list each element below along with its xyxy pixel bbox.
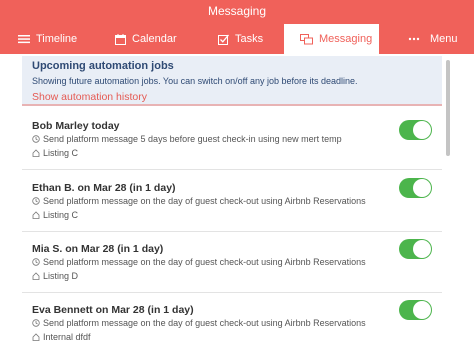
tab-messaging[interactable]: Messaging [284, 24, 379, 54]
list-item: Bob Marley today Send platform message 5… [22, 114, 442, 170]
tab-label: Calendar [132, 33, 177, 45]
home-icon [32, 333, 40, 341]
tab-label: Messaging [319, 33, 373, 45]
tab-tasks[interactable]: Tasks [218, 24, 263, 54]
job-message-row: Send platform message on the day of gues… [32, 257, 366, 267]
job-toggle[interactable] [399, 300, 432, 320]
job-toggle[interactable] [399, 239, 432, 259]
automation-banner: Upcoming automation jobs Showing future … [22, 56, 442, 106]
job-message: Send platform message 5 days before gues… [43, 134, 342, 144]
list-icon [18, 34, 30, 44]
clock-icon [32, 258, 40, 266]
job-message-row: Send platform message 5 days before gues… [32, 134, 342, 144]
home-icon [32, 211, 40, 219]
job-message: Send platform message on the day of gues… [43, 196, 366, 206]
job-title: Bob Marley today [32, 120, 120, 132]
job-listing-row: Listing D [32, 271, 78, 281]
toggle-knob [413, 240, 431, 258]
tab-label: Menu [430, 33, 458, 45]
home-icon [32, 149, 40, 157]
job-listing-row: Listing C [32, 148, 78, 158]
home-icon [32, 272, 40, 280]
show-history-link[interactable]: Show automation history [32, 91, 147, 103]
scrollbar-thumb[interactable] [446, 60, 450, 156]
banner-heading: Upcoming automation jobs [32, 60, 174, 72]
toggle-knob [413, 301, 431, 319]
job-listing-row: Listing C [32, 210, 78, 220]
job-toggle[interactable] [399, 178, 432, 198]
job-listing: Listing C [43, 148, 79, 158]
list-item: Ethan B. on Mar 28 (in 1 day) Send platf… [22, 176, 442, 232]
toggle-knob [413, 121, 431, 139]
job-message-row: Send platform message on the day of gues… [32, 196, 366, 206]
tab-label: Tasks [235, 33, 264, 45]
window-title: Messaging [0, 0, 474, 24]
clock-icon [32, 319, 40, 327]
job-message: Send platform message on the day of gues… [43, 257, 366, 267]
tab-label: Timeline [36, 33, 78, 45]
tab-bar: Timeline Calendar Tasks Messaging Menu [0, 24, 474, 54]
list-item: Eva Bennett on Mar 28 (in 1 day) Send pl… [22, 298, 442, 351]
toggle-knob [413, 179, 431, 197]
messages-icon [300, 33, 313, 45]
banner-subtext: Showing future automation jobs. You can … [32, 76, 358, 86]
job-listing: Listing D [43, 271, 79, 281]
job-listing-row: Internal dfdf [32, 332, 91, 342]
job-toggle[interactable] [399, 120, 432, 140]
job-message: Send platform message on the day of gues… [43, 318, 366, 328]
divider [22, 104, 442, 106]
job-title: Eva Bennett on Mar 28 (in 1 day) [32, 304, 194, 316]
tab-timeline[interactable]: Timeline [18, 24, 77, 54]
job-message-row: Send platform message on the day of gues… [32, 318, 366, 328]
job-list: Upcoming automation jobs Showing future … [0, 54, 474, 351]
job-title: Mia S. on Mar 28 (in 1 day) [32, 243, 164, 255]
checkbox-icon [218, 34, 229, 45]
list-item: Mia S. on Mar 28 (in 1 day) Send platfor… [22, 237, 442, 293]
clock-icon [32, 197, 40, 205]
job-title: Ethan B. on Mar 28 (in 1 day) [32, 182, 176, 194]
job-listing: Internal dfdf [43, 332, 91, 342]
clock-icon [32, 135, 40, 143]
job-listing: Listing C [43, 210, 79, 220]
calendar-icon [115, 33, 126, 45]
tab-calendar[interactable]: Calendar [115, 24, 177, 54]
more-icon [408, 37, 420, 41]
tab-menu[interactable]: Menu [408, 24, 458, 54]
